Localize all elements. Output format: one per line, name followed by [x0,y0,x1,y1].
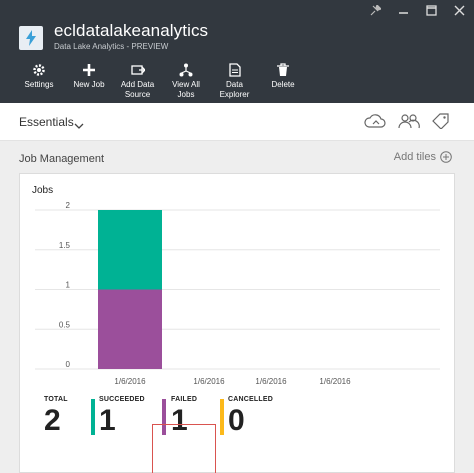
bar-failed[interactable] [98,289,162,370]
pin-icon[interactable] [368,3,382,17]
y-tick-label: 0.5 [59,320,71,329]
delete-button[interactable]: Delete [262,62,304,102]
x-tick-label: 1/6/2016 [193,377,225,386]
x-tick-label: 1/6/2016 [114,377,146,386]
stat-value: 2 [44,404,61,437]
plus-icon [82,62,96,78]
jobs-tile[interactable]: Jobs 0 0.5 1 1.5 2 1/6/2016 1/6/2016 1/6/2016 1/… [19,173,455,473]
stat-succeeded: SUCCEEDED 1 [99,396,145,436]
close-icon[interactable] [452,3,466,17]
jobs-icon [179,62,193,78]
cancelled-color-bar [220,399,224,435]
add-circle-icon [440,151,452,163]
new-job-label: New Job [73,80,105,89]
document-icon [228,62,241,78]
bar-succeeded[interactable] [98,210,162,290]
add-data-source-label: Add Data Source [120,80,155,99]
stat-label: FAILED [171,396,198,403]
essentials-toggle[interactable]: Essentials [19,115,74,129]
x-tick-label: 1/6/2016 [255,377,287,386]
stat-value: 0 [228,404,245,437]
data-explorer-button[interactable]: Data Explorer [207,62,262,102]
succeeded-color-bar [91,399,95,435]
blade-content: Job Management Add tiles Jobs 0 0.5 1 1.5 2 1… [0,141,474,473]
y-tick-label: 2 [66,201,71,210]
app-subtitle: Data Lake Analytics - PREVIEW [54,42,169,51]
settings-label: Settings [24,80,54,89]
gear-icon [32,62,46,78]
data-explorer-label: Data Explorer [219,80,250,99]
stat-value: 1 [99,404,116,437]
section-title: Job Management [19,153,104,165]
stat-label: SUCCEEDED [99,396,145,403]
stat-cancelled: CANCELLED 0 [228,396,273,436]
stat-label: CANCELLED [228,396,273,403]
chevron-down-icon[interactable] [74,117,84,135]
stat-label: TOTAL [44,396,68,403]
data-lake-analytics-icon [19,26,43,50]
essentials-bar: Essentials [0,103,474,141]
new-job-button[interactable]: New Job [68,62,110,102]
delete-label: Delete [271,80,295,89]
cloud-icon[interactable] [364,113,386,134]
y-tick-label: 0 [66,360,71,369]
tag-icon[interactable] [432,113,450,134]
add-tiles-label: Add tiles [393,151,436,163]
minimize-icon[interactable] [396,3,410,17]
command-bar: Settings New Job Add Data Source View Al… [10,62,304,102]
blade-header: ecldatalakeanalytics Data Lake Analytics… [0,0,474,103]
users-icon[interactable] [398,113,420,134]
failed-highlight [152,424,216,473]
trash-icon [277,62,289,78]
job-stats: TOTAL 2 SUCCEEDED 1 FAILED 1 CANCELLED 0 [20,396,456,473]
maximize-icon[interactable] [424,3,438,17]
y-tick-label: 1 [66,281,71,290]
app-title: ecldatalakeanalytics [54,21,209,40]
add-data-source-button[interactable]: Add Data Source [110,62,165,102]
data-source-icon [130,62,145,78]
y-tick-label: 1.5 [59,241,71,250]
x-tick-label: 1/6/2016 [319,377,351,386]
view-all-jobs-label: View All Jobs [172,80,200,99]
settings-button[interactable]: Settings [10,62,68,102]
view-all-jobs-button[interactable]: View All Jobs [165,62,207,102]
add-tiles-button[interactable]: Add tiles [394,151,452,163]
jobs-chart: 0 0.5 1 1.5 2 1/6/2016 1/6/2016 1/6/2016 1/6/201… [35,201,440,386]
stat-total: TOTAL 2 [44,396,68,436]
